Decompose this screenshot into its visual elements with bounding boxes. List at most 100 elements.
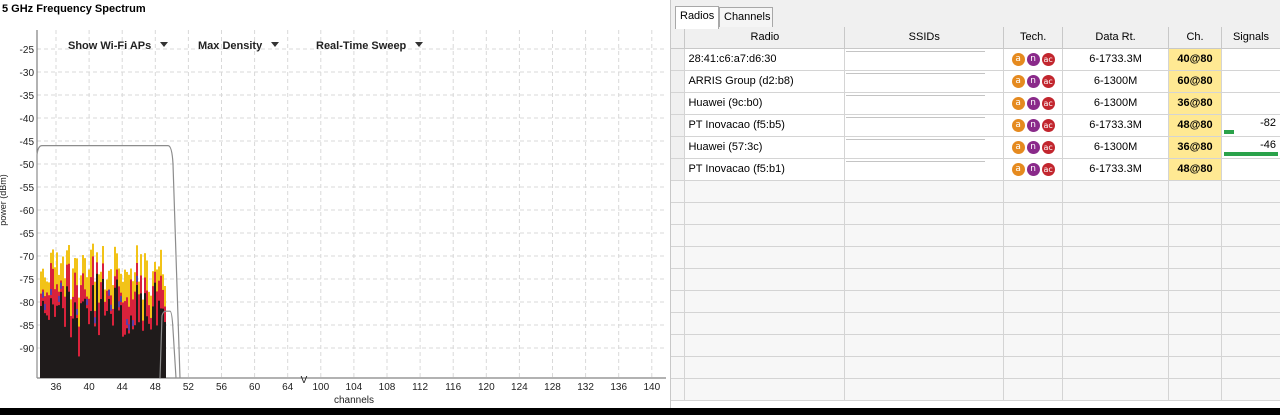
ssid-box bbox=[846, 160, 986, 180]
column-header-tech[interactable]: Tech. bbox=[1003, 27, 1064, 49]
x-tick-label: 104 bbox=[346, 382, 363, 393]
signal-cell bbox=[1221, 158, 1280, 181]
empty-cell bbox=[1003, 268, 1064, 291]
x-tick-label: 60 bbox=[249, 382, 261, 393]
column-header-data-rate[interactable]: Data Rt. bbox=[1062, 27, 1170, 49]
x-tick-label: 56 bbox=[216, 382, 228, 393]
x-tick-label: 124 bbox=[511, 382, 528, 393]
empty-cell bbox=[684, 290, 846, 313]
empty-row bbox=[671, 246, 1280, 269]
empty-cell bbox=[1062, 268, 1170, 291]
x-tick-label: 64 bbox=[282, 382, 294, 393]
density-bar-low bbox=[164, 322, 166, 378]
empty-row bbox=[671, 356, 1280, 379]
table-row[interactable]: 28:41:c6:a7:d6:30 a n ac 6-1733.3M 40@80 bbox=[671, 48, 1280, 71]
x-tick-label: 108 bbox=[379, 382, 396, 393]
x-tick-label: 100 bbox=[312, 382, 329, 393]
y-tick-label: -80 bbox=[20, 298, 35, 309]
density-bar-low bbox=[104, 315, 106, 378]
x-tick-label: 116 bbox=[445, 382, 461, 393]
density-bar-accent bbox=[44, 303, 46, 310]
y-tick-label: -60 bbox=[20, 206, 35, 217]
max-density-dropdown[interactable]: Max Density bbox=[198, 40, 280, 52]
empty-cell bbox=[1168, 224, 1222, 247]
density-bar-low bbox=[48, 319, 50, 378]
radios-table: Radio SSIDs Tech. Data Rt. Ch. Signals 2… bbox=[671, 27, 1280, 408]
empty-cell bbox=[1062, 290, 1170, 313]
table-row[interactable]: Huawei (9c:b0) a n ac 6-1300M 36@80 bbox=[671, 92, 1280, 115]
density-bar-low bbox=[132, 329, 134, 378]
window-bottom-border bbox=[0, 408, 1280, 415]
column-header-channel[interactable]: Ch. bbox=[1168, 27, 1222, 49]
empty-cell bbox=[1221, 334, 1280, 357]
radio-cell: Huawei (57:3c) bbox=[684, 136, 846, 159]
empty-row bbox=[671, 290, 1280, 313]
empty-cell bbox=[684, 224, 846, 247]
row-gutter bbox=[671, 136, 686, 159]
table-row[interactable]: PT Inovacao (f5:b1) a n ac 6-1733.3M 48@80 bbox=[671, 158, 1280, 181]
row-gutter bbox=[671, 70, 686, 93]
density-bar-low bbox=[128, 333, 130, 378]
density-bar-low bbox=[94, 326, 96, 378]
empty-cell bbox=[671, 378, 686, 401]
radio-cell: ARRIS Group (d2:b8) bbox=[684, 70, 846, 93]
row-gutter bbox=[671, 48, 686, 71]
radio-cell: 28:41:c6:a7:d6:30 bbox=[684, 48, 846, 71]
ssid-cell bbox=[844, 114, 1005, 137]
x-tick-label: 140 bbox=[643, 382, 660, 393]
x-tick-label: 36 bbox=[50, 382, 62, 393]
table-row[interactable]: PT Inovacao (f5:b5) a n ac 6-1733.3M 48@80 -82 bbox=[671, 114, 1280, 137]
tab-channels[interactable]: Channels bbox=[719, 7, 773, 28]
signal-cell bbox=[1221, 48, 1280, 71]
empty-cell bbox=[1221, 180, 1280, 203]
empty-cell bbox=[844, 378, 1005, 401]
empty-cell bbox=[684, 334, 846, 357]
density-bar-low bbox=[68, 291, 70, 378]
tech-a-badge: a bbox=[1011, 140, 1025, 154]
empty-cell bbox=[684, 202, 846, 225]
channel-cell: 48@80 bbox=[1168, 158, 1222, 181]
empty-cell bbox=[671, 334, 686, 357]
density-bar-accent bbox=[60, 282, 62, 289]
empty-cell bbox=[1168, 334, 1222, 357]
real-time-sweep-dropdown[interactable]: Real-Time Sweep bbox=[316, 40, 424, 52]
signal-cell: -46 bbox=[1221, 136, 1280, 159]
density-bar-low bbox=[156, 325, 158, 378]
tab-radios[interactable]: Radios bbox=[675, 6, 719, 29]
channel-cell: 36@80 bbox=[1168, 136, 1222, 159]
column-header-ssids[interactable]: SSIDs bbox=[844, 27, 1005, 49]
density-bar-accent bbox=[58, 295, 60, 302]
ssid-cell bbox=[844, 136, 1005, 159]
show-wifi-aps-dropdown[interactable]: Show Wi-Fi APs bbox=[68, 40, 169, 52]
x-tick-label: 44 bbox=[117, 382, 129, 393]
density-bar-low bbox=[158, 300, 160, 378]
x-tick-label: 132 bbox=[577, 382, 594, 393]
empty-cell bbox=[844, 180, 1005, 203]
density-bar-low bbox=[88, 324, 90, 378]
density-bar-low bbox=[146, 316, 148, 378]
density-bar-low bbox=[60, 291, 62, 378]
empty-cell bbox=[1062, 378, 1170, 401]
density-bar-low bbox=[118, 310, 120, 378]
empty-cell bbox=[1168, 180, 1222, 203]
ssid-cell bbox=[844, 158, 1005, 181]
empty-cell bbox=[684, 356, 846, 379]
y-tick-label: -75 bbox=[20, 275, 35, 286]
column-header-signals[interactable]: Signals bbox=[1221, 27, 1280, 49]
y-tick-label: -40 bbox=[20, 114, 35, 125]
density-bar-low bbox=[98, 335, 100, 378]
table-row[interactable]: ARRIS Group (d2:b8) a n ac 6-1300M 60@80 bbox=[671, 70, 1280, 93]
table-row[interactable]: Huawei (57:3c) a n ac 6-1300M 36@80 -46 bbox=[671, 136, 1280, 159]
real-time-sweep-label: Real-Time Sweep bbox=[316, 40, 407, 52]
ssid-box bbox=[846, 72, 986, 92]
density-bar-low bbox=[124, 334, 126, 378]
tech-n-badge: n bbox=[1026, 162, 1040, 176]
empty-row bbox=[671, 202, 1280, 225]
y-axis-label: power (dBm) bbox=[0, 174, 8, 226]
column-header-radio[interactable]: Radio bbox=[684, 27, 846, 49]
density-bar-low bbox=[100, 299, 102, 378]
density-bar-accent bbox=[118, 301, 120, 308]
tech-cell: a n ac bbox=[1003, 92, 1064, 115]
empty-cell bbox=[1221, 290, 1280, 313]
data-rate-cell: 6-1733.3M bbox=[1062, 48, 1170, 71]
